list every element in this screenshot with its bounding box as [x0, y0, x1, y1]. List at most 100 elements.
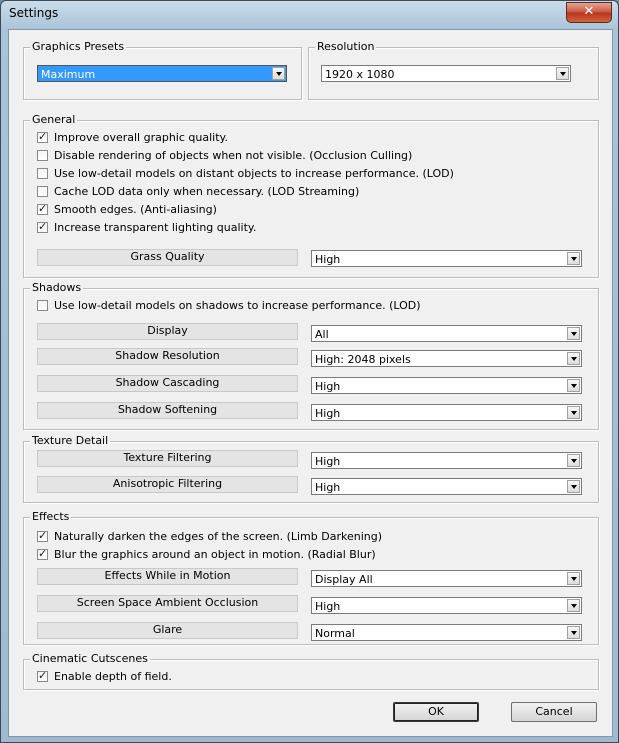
- effects-check-1[interactable]: ✓ Blur the graphics around an object in m…: [37, 547, 376, 561]
- glare-label: Glare: [37, 622, 298, 639]
- settings-window: Settings ✕ Graphics Presets Maximum Reso…: [0, 0, 619, 743]
- check-mark-icon: ✓: [38, 668, 48, 682]
- general-check-0[interactable]: ✓ Improve overall graphic quality.: [37, 130, 228, 144]
- shadow-resolution-value: High: 2048 pixels: [315, 353, 411, 366]
- dialog-client-area: Graphics Presets Maximum Resolution 1920…: [8, 29, 613, 737]
- display-value: All: [315, 328, 329, 341]
- general-check-2[interactable]: Use low-detail models on distant objects…: [37, 166, 454, 180]
- graphics-presets-value: Maximum: [41, 68, 96, 81]
- check-mark-icon: ✓: [38, 528, 48, 542]
- anisotropic-filtering-value: High: [315, 481, 341, 494]
- shadows-check-0[interactable]: Use low-detail models on shadows to incr…: [37, 298, 421, 312]
- effects-group: Effects ✓ Naturally darken the edges of t…: [23, 510, 599, 645]
- grass-quality-select[interactable]: High: [311, 250, 582, 267]
- checkbox[interactable]: [37, 185, 48, 197]
- chevron-down-icon[interactable]: [567, 406, 580, 419]
- close-button[interactable]: ✕: [566, 2, 612, 23]
- ok-button[interactable]: OK: [393, 702, 479, 722]
- texture-detail-group: Texture Detail Texture Filtering High An…: [23, 434, 599, 503]
- resolution-group: Resolution 1920 x 1080: [308, 40, 599, 100]
- ssao-value: High: [315, 600, 341, 613]
- shadow-resolution-select[interactable]: High: 2048 pixels: [311, 350, 582, 367]
- general-check-1[interactable]: Disable rendering of objects when not vi…: [37, 148, 412, 162]
- shadow-cascading-select[interactable]: High: [311, 377, 582, 394]
- general-check-5[interactable]: ✓ Increase transparent lighting quality.: [37, 220, 256, 234]
- chevron-down-icon[interactable]: [567, 454, 580, 467]
- shadow-softening-select[interactable]: High: [311, 404, 582, 421]
- checkbox-label: Improve overall graphic quality.: [54, 130, 228, 144]
- ssao-select[interactable]: High: [311, 597, 582, 614]
- checkbox-label: Cache LOD data only when necessary. (LOD…: [54, 184, 360, 198]
- display-label: Display: [37, 323, 298, 340]
- cancel-button[interactable]: Cancel: [511, 702, 597, 722]
- chevron-down-icon[interactable]: [567, 352, 580, 365]
- title-bar[interactable]: Settings ✕: [1, 1, 618, 29]
- chevron-down-icon[interactable]: [567, 599, 580, 612]
- cinematic-cutscenes-group: Cinematic Cutscenes ✓ Enable depth of fie…: [23, 652, 599, 690]
- checkbox-label: Smooth edges. (Anti-aliasing): [54, 202, 217, 216]
- anisotropic-filtering-select[interactable]: High: [311, 478, 582, 495]
- shadows-legend: Shadows: [30, 281, 84, 295]
- shadow-resolution-label: Shadow Resolution: [37, 348, 298, 365]
- glare-select[interactable]: Normal: [311, 624, 582, 641]
- checkbox-label: Increase transparent lighting quality.: [54, 220, 257, 234]
- chevron-down-icon[interactable]: [556, 67, 569, 80]
- checkbox[interactable]: ✓: [37, 219, 48, 233]
- effects-check-0[interactable]: ✓ Naturally darken the edges of the scree…: [37, 529, 382, 543]
- effects-legend: Effects: [30, 510, 72, 524]
- checkbox[interactable]: ✓: [37, 546, 48, 560]
- close-icon: ✕: [583, 4, 595, 19]
- checkbox[interactable]: ✓: [37, 201, 48, 215]
- texture-detail-legend: Texture Detail: [30, 434, 111, 448]
- check-mark-icon: ✓: [38, 129, 48, 143]
- chevron-down-icon[interactable]: [567, 572, 580, 585]
- chevron-down-icon[interactable]: [567, 626, 580, 639]
- checkbox[interactable]: ✓: [37, 668, 48, 682]
- check-mark-icon: ✓: [38, 201, 48, 215]
- resolution-legend: Resolution: [315, 40, 377, 54]
- glare-value: Normal: [315, 627, 355, 640]
- resolution-value: 1920 x 1080: [325, 68, 395, 81]
- general-check-4[interactable]: ✓ Smooth edges. (Anti-aliasing): [37, 202, 217, 216]
- effects-while-in-motion-select[interactable]: Display All: [311, 570, 582, 587]
- chevron-down-icon[interactable]: [567, 327, 580, 340]
- check-mark-icon: ✓: [38, 219, 48, 233]
- graphics-presets-legend: Graphics Presets: [30, 40, 127, 54]
- texture-filtering-select[interactable]: High: [311, 452, 582, 469]
- checkbox[interactable]: ✓: [37, 528, 48, 542]
- chevron-down-icon[interactable]: [567, 379, 580, 392]
- checkbox-label: Use low-detail models on shadows to incr…: [54, 298, 421, 312]
- general-check-3[interactable]: Cache LOD data only when necessary. (LOD…: [37, 184, 359, 198]
- graphics-presets-group: Graphics Presets Maximum: [23, 40, 302, 100]
- grass-quality-label: Grass Quality: [37, 249, 298, 266]
- chevron-down-icon[interactable]: [272, 67, 285, 80]
- shadows-group: Shadows Use low-detail models on shadows…: [23, 281, 599, 430]
- shadow-softening-value: High: [315, 407, 341, 420]
- effects-while-in-motion-value: Display All: [315, 573, 373, 586]
- general-legend: General: [30, 113, 78, 127]
- window-title: Settings: [9, 6, 59, 20]
- checkbox[interactable]: [37, 167, 48, 179]
- cinematic-cutscenes-legend: Cinematic Cutscenes: [30, 652, 150, 666]
- checkbox-label: Use low-detail models on distant objects…: [54, 166, 454, 180]
- checkbox-label: Naturally darken the edges of the screen…: [54, 529, 383, 543]
- checkbox[interactable]: [37, 299, 48, 311]
- checkbox-label: Enable depth of field.: [54, 669, 172, 683]
- chevron-down-icon[interactable]: [567, 480, 580, 493]
- checkbox[interactable]: ✓: [37, 129, 48, 143]
- texture-filtering-label: Texture Filtering: [37, 450, 298, 467]
- grass-quality-value: High: [315, 253, 341, 266]
- chevron-down-icon[interactable]: [567, 252, 580, 265]
- ssao-label: Screen Space Ambient Occlusion: [37, 595, 298, 612]
- checkbox-label: Disable rendering of objects when not vi…: [54, 148, 413, 162]
- cutscenes-check-0[interactable]: ✓ Enable depth of field.: [37, 669, 172, 683]
- checkbox-label: Blur the graphics around an object in mo…: [54, 547, 376, 561]
- texture-filtering-value: High: [315, 455, 341, 468]
- checkbox[interactable]: [37, 149, 48, 161]
- check-mark-icon: ✓: [38, 546, 48, 560]
- effects-while-in-motion-label: Effects While in Motion: [37, 568, 298, 585]
- display-select[interactable]: All: [311, 325, 582, 342]
- shadow-cascading-label: Shadow Cascading: [37, 375, 298, 392]
- graphics-presets-select[interactable]: Maximum: [37, 65, 287, 82]
- resolution-select[interactable]: 1920 x 1080: [321, 65, 571, 82]
